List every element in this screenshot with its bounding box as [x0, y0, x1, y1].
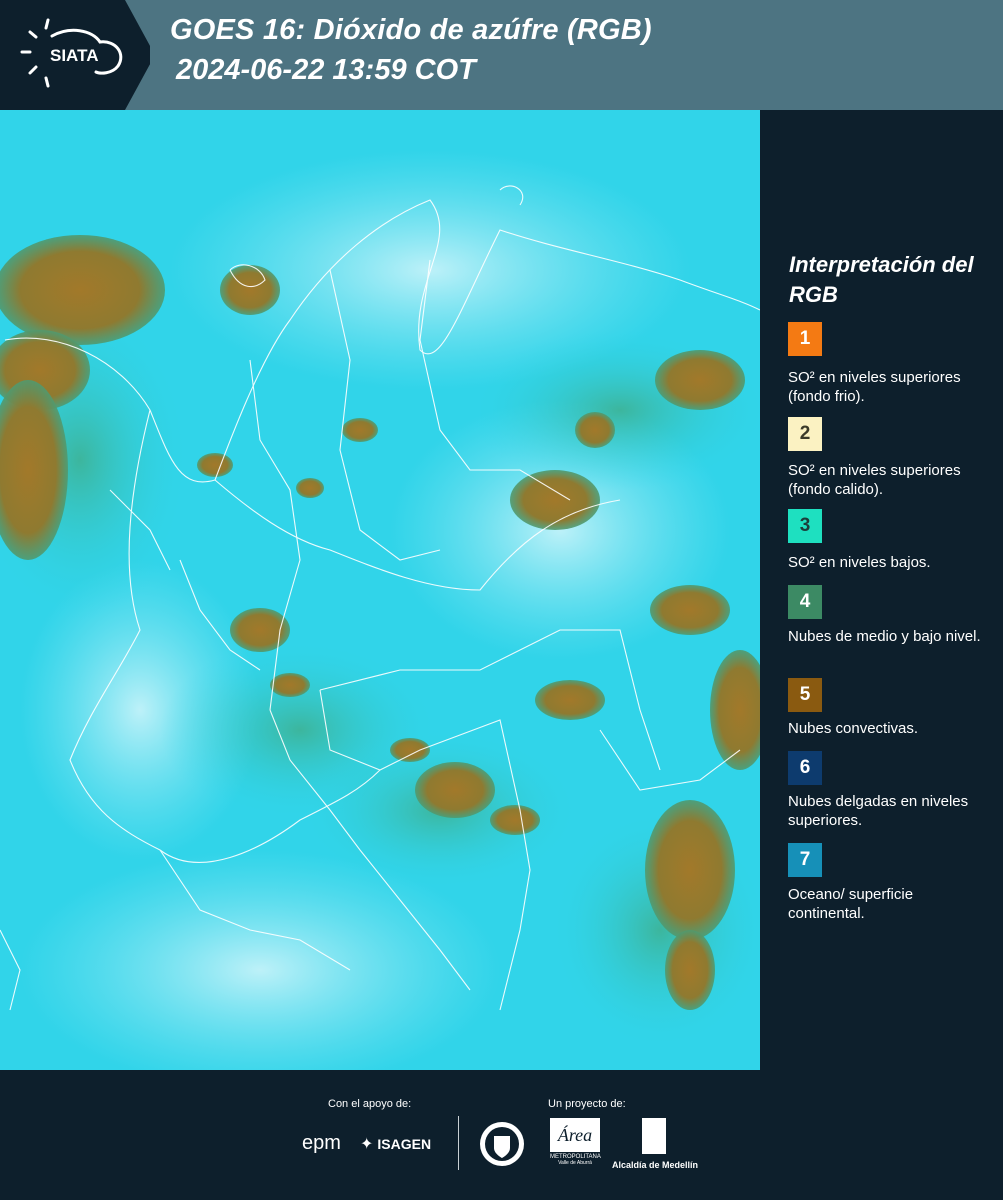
header-bar: SIATA GOES 16: Dióxido de azúfre (RGB) 2…	[0, 0, 1003, 110]
legend-desc-6: Nubes delgadas en niveles superiores.	[788, 793, 969, 829]
legend-title: Interpretación del RGB	[789, 252, 974, 307]
alcaldia-shield-icon	[642, 1118, 666, 1154]
support-label: Con el apoyo de:	[328, 1098, 412, 1110]
area-metropolitana-logo: Área METROPOLITANA Valle de Aburrá	[550, 1118, 601, 1166]
logo-text: SIATA	[50, 46, 98, 65]
timestamp-title: 2024-06-22 13:59 COT	[176, 54, 476, 86]
footer-divider	[458, 1116, 459, 1170]
legend-desc-2: SO² en niveles superiores (fondo calido)…	[788, 462, 961, 498]
legend-desc-7: Oceano/ superficie continental.	[788, 886, 914, 922]
legend-swatch-6: 6	[788, 751, 822, 785]
legend-swatch-7: 7	[788, 843, 822, 877]
legend-desc-4: Nubes de medio y bajo nivel.	[788, 628, 981, 645]
legend-swatch-2: 2	[788, 417, 822, 451]
alcaldia-logo: Alcaldía de Medellín	[612, 1118, 708, 1170]
area-script-icon: Área	[550, 1118, 600, 1152]
satellite-map-image	[0, 110, 760, 1070]
isagen-logo: ✦ ISAGEN	[360, 1136, 432, 1153]
legend-swatch-3: 3	[788, 509, 822, 543]
page-title: GOES 16: Dióxido de azúfre (RGB)	[170, 14, 652, 46]
isagen-star-icon: ✦	[360, 1136, 374, 1153]
medellin-seal-icon	[478, 1120, 526, 1173]
legend-swatch-1: 1	[788, 322, 822, 356]
legend-swatch-4: 4	[788, 585, 822, 619]
legend-desc-1: SO² en niveles superiores (fondo frio).	[788, 369, 961, 405]
project-label: Un proyecto de:	[548, 1098, 626, 1110]
epm-logo: epm	[302, 1132, 341, 1154]
legend-desc-5: Nubes convectivas.	[788, 720, 919, 737]
siata-logo: SIATA	[0, 0, 155, 110]
legend-desc-3: SO² en niveles bajos.	[788, 554, 931, 571]
legend-swatch-5: 5	[788, 678, 822, 712]
footer: Con el apoyo de: Un proyecto de: epm ✦ IS…	[0, 1070, 1003, 1200]
rgb-legend: Interpretación del RGB 1 SO² en niveles …	[760, 110, 1003, 1070]
